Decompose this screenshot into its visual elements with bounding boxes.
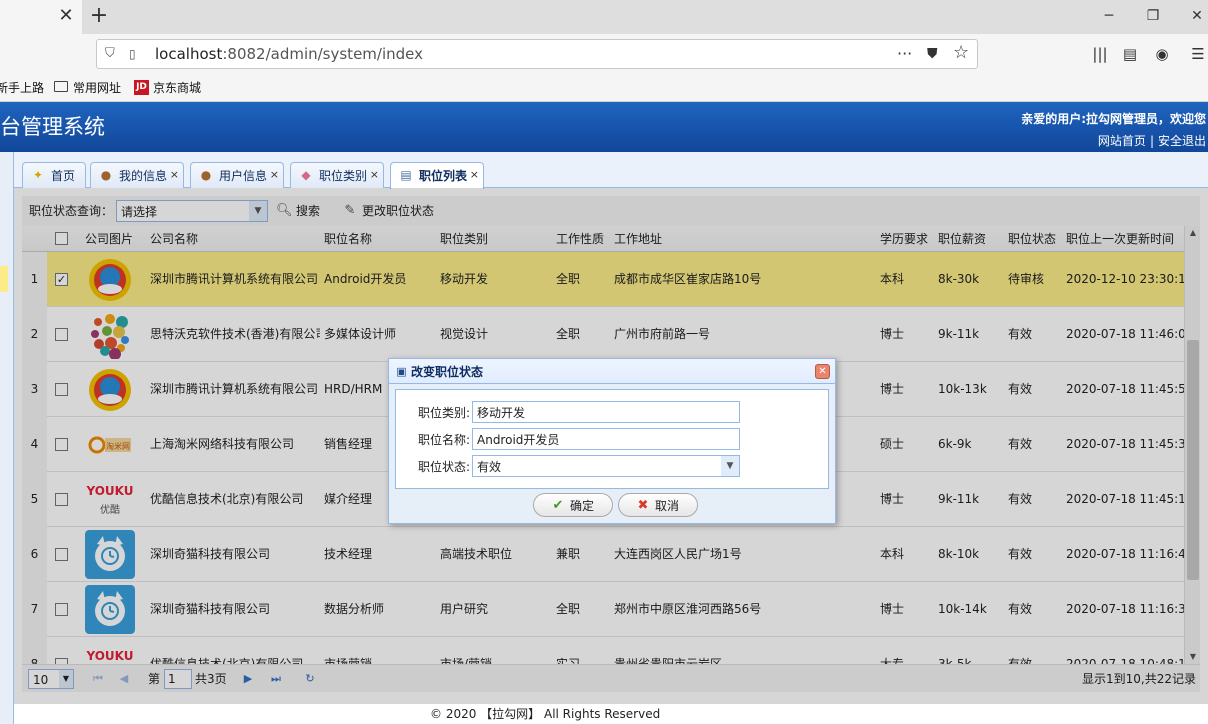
category-field[interactable]: 移动开发: [472, 401, 740, 423]
left-panel-selected[interactable]: [0, 266, 8, 292]
star-icon[interactable]: ☆: [953, 43, 969, 63]
tab-close-icon[interactable]: ×: [270, 168, 279, 182]
cancel-icon: ✖: [637, 498, 649, 513]
dialog-title: 改变职位状态: [411, 365, 484, 379]
library-icon[interactable]: |||: [1090, 44, 1110, 64]
status-field-select[interactable]: 有效 ▼: [472, 455, 740, 477]
url-text[interactable]: localhost:8082/admin/system/index: [155, 45, 423, 63]
tab-label: 用户信息: [219, 169, 268, 183]
shield-icon[interactable]: ⛉: [105, 46, 119, 62]
dialog-close-icon[interactable]: ✕: [815, 364, 830, 379]
folder-icon: [54, 81, 68, 92]
tab-label: 职位类别: [319, 169, 368, 183]
position-field-value: Android开发员: [477, 433, 560, 447]
tab-position-category[interactable]: ◆ 职位类别 ×: [290, 162, 384, 188]
users-icon: ●: [200, 168, 212, 182]
position-field-label: 职位名称:: [418, 433, 471, 447]
cancel-button[interactable]: ✖ 取消: [618, 493, 698, 517]
close-tab-icon[interactable]: ✕: [56, 6, 76, 26]
tab-label: 首页: [51, 169, 76, 183]
tab-my-info[interactable]: ● 我的信息 ×: [90, 162, 184, 188]
position-name-field[interactable]: Android开发员: [472, 428, 740, 450]
lightbulb-icon: ✦: [32, 168, 44, 182]
dialog-form: 职位类别: 移动开发 职位名称: Android开发员 职位状态: 有效 ▼: [395, 389, 829, 489]
link-separator: |: [1149, 134, 1154, 148]
ok-button-label: 确定: [570, 499, 595, 513]
tab-home[interactable]: ✦ 首页: [22, 162, 86, 188]
welcome-text: 亲爱的用户:拉勾网管理员，欢迎您: [1021, 112, 1206, 126]
status-field-value: 有效: [477, 460, 502, 474]
minimize-icon[interactable]: ─: [1098, 6, 1120, 26]
tab-close-icon[interactable]: ×: [370, 168, 379, 182]
app-header: 台管理系统 亲爱的用户:拉勾网管理员，欢迎您 网站首页 | 安全退出: [0, 102, 1208, 152]
page-icon: ▯: [129, 47, 136, 61]
ok-button[interactable]: ✔ 确定: [533, 493, 613, 517]
save-icon: ▣: [396, 365, 407, 378]
footer-text: © 2020 【拉勾网】 All Rights Reserved: [430, 707, 661, 721]
tab-label: 职位列表: [419, 169, 468, 183]
tab-close-icon[interactable]: ×: [470, 168, 479, 182]
tab-position-list[interactable]: ▤ 职位列表 ×: [390, 162, 484, 189]
pocket-icon[interactable]: ⛊: [927, 45, 945, 63]
check-icon: ✔: [552, 498, 564, 513]
cancel-button-label: 取消: [655, 499, 680, 513]
change-status-dialog: ▣ 改变职位状态 ✕ 职位类别: 移动开发 职位名称: Android开发员 职…: [388, 358, 836, 524]
bookmark-jd[interactable]: 京东商城: [153, 80, 201, 96]
category-field-value: 移动开发: [477, 406, 526, 420]
header-links: 网站首页 | 安全退出: [1098, 132, 1206, 149]
dialog-header[interactable]: ▣ 改变职位状态 ✕: [389, 359, 835, 384]
tab-label: 我的信息: [119, 169, 168, 183]
browser-tab[interactable]: ✕: [0, 0, 82, 34]
bookmarks-bar: 新手上路 常用网址 JD 京东商城: [0, 74, 1208, 102]
jd-icon: JD: [134, 80, 149, 95]
logout-link[interactable]: 安全退出: [1158, 134, 1206, 148]
url-host: localhost: [155, 45, 223, 63]
category-field-label: 职位类别:: [418, 406, 471, 420]
url-path: :8082/admin/system/index: [222, 45, 423, 63]
address-bar[interactable]: ⛉ ▯ localhost:8082/admin/system/index ··…: [96, 39, 978, 69]
tag-icon: ◆: [301, 168, 311, 182]
bookmark-common[interactable]: 常用网址: [73, 80, 121, 96]
sidebar-icon[interactable]: ▤: [1120, 44, 1140, 64]
page-footer: © 2020 【拉勾网】 All Rights Reserved: [0, 704, 1208, 724]
home-link[interactable]: 网站首页: [1098, 134, 1146, 148]
browser-nav-bar: ⛉ ▯ localhost:8082/admin/system/index ··…: [0, 34, 1208, 74]
status-field-label: 职位状态:: [418, 460, 471, 474]
new-tab-icon[interactable]: +: [88, 4, 110, 28]
window-close-icon[interactable]: ✕: [1186, 6, 1208, 26]
menu-icon[interactable]: ☰: [1188, 44, 1208, 64]
account-icon[interactable]: ◉: [1152, 44, 1172, 64]
app-title: 台管理系统: [0, 115, 105, 139]
tab-user-info[interactable]: ● 用户信息 ×: [190, 162, 284, 188]
content-tabs: ✦ 首页 ● 我的信息 × ● 用户信息 × ◆ 职位类别 × ▤ 职位列表 ×: [14, 152, 1208, 189]
tab-close-icon[interactable]: ×: [170, 168, 179, 182]
user-icon: ●: [100, 168, 112, 182]
restore-icon[interactable]: ❐: [1142, 6, 1164, 26]
more-icon[interactable]: ···: [897, 44, 912, 64]
bookmark-newbie[interactable]: 新手上路: [0, 80, 44, 96]
chevron-down-icon[interactable]: ▼: [721, 456, 739, 476]
browser-tab-bar: ✕ + ─ ❐ ✕: [0, 0, 1208, 34]
list-icon: ▤: [400, 168, 412, 182]
left-panel: [0, 152, 14, 724]
